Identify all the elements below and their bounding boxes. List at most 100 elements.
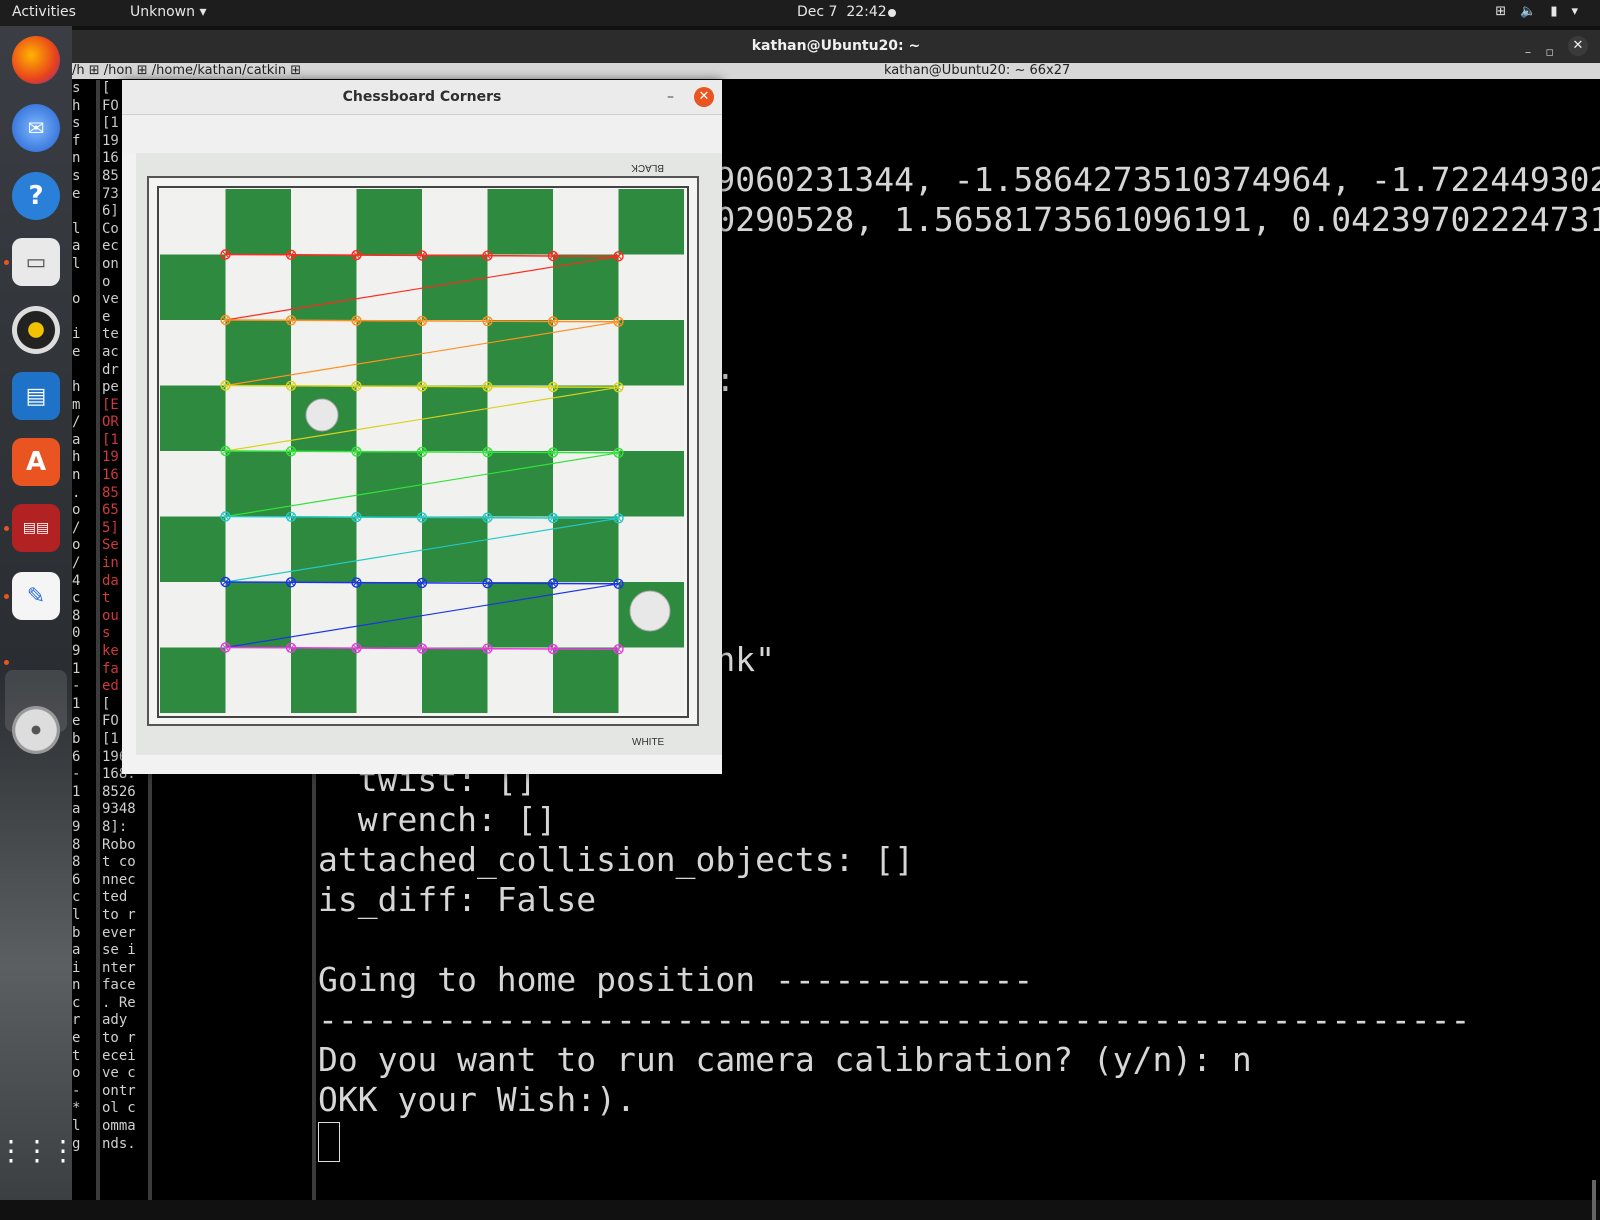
chessboard-titlebar[interactable]: Chessboard Corners – ✕ [122, 80, 722, 115]
board-square [225, 189, 291, 255]
board-square [160, 582, 226, 648]
terminal-line: 8 [72, 836, 81, 853]
terminal-titlebar[interactable]: kathan@Ubuntu20: ~ – ▫ ✕ [72, 30, 1600, 63]
board-square [553, 647, 619, 713]
board-square [487, 516, 553, 582]
terminal-line: . [72, 484, 81, 501]
terminal-line: b [72, 924, 81, 941]
terminal-line: e [72, 185, 81, 202]
terminal-title: kathan@Ubuntu20: ~ [751, 38, 921, 54]
board-square [160, 516, 226, 582]
terminal-line: n [72, 977, 81, 994]
terminal-line: 9 [72, 818, 81, 835]
terminal-line: 8526 [102, 783, 136, 800]
board-square [356, 254, 422, 320]
terminal-line: ted [102, 889, 128, 906]
board-square [618, 320, 684, 386]
chess-piece [629, 590, 671, 632]
terminal-line: / [72, 414, 81, 431]
chess-piece [305, 398, 339, 432]
terminal-line: a [72, 238, 81, 255]
running-indicator [4, 594, 9, 599]
window-toolbar [122, 115, 722, 153]
thunderbird-icon[interactable]: ✉ [12, 104, 60, 152]
dvd-icon[interactable] [12, 706, 60, 754]
board-square [356, 582, 422, 648]
terminal-line: o [72, 537, 81, 554]
terminal-line: c [72, 994, 81, 1011]
terminal-pane-1[interactable]: shsfnse lal o ie h m / a h n. o / o/4 c 8 0 9 1-1 e b 6-… [72, 80, 96, 1200]
board-square [356, 320, 422, 386]
terminal-line: * [72, 1100, 81, 1117]
app-menu-label: Unknown [130, 4, 195, 20]
terminal-line: s [72, 167, 81, 184]
terminal-line: 6 [72, 871, 81, 888]
board-square [356, 516, 422, 582]
board-square [291, 320, 357, 386]
close-icon[interactable]: ✕ [694, 87, 714, 107]
terminal-line: i [72, 959, 81, 976]
board-label-black: BLACK [631, 162, 664, 173]
terminal-line: o [72, 291, 81, 308]
terminal-line: 9 [72, 643, 81, 659]
board-square [422, 189, 488, 255]
board-square [422, 582, 488, 648]
terminal-line: - [72, 1082, 81, 1099]
text-editor-icon[interactable]: ✎ [12, 572, 60, 620]
board-square [422, 451, 488, 517]
terminal-line: Going to home position ------------- [318, 960, 1034, 999]
pane-divider[interactable] [96, 80, 100, 1200]
chessboard-window: Chessboard Corners – ✕ BLACK WHITE [122, 80, 722, 774]
terminal-line: to r [102, 906, 136, 923]
terminal-line: n [72, 467, 81, 484]
board-square [487, 320, 553, 386]
app-menu[interactable]: Unknown ▾ [130, 4, 206, 20]
terminal-line: o [72, 502, 81, 519]
files-icon[interactable]: ▭ [12, 238, 60, 286]
terminal-line: c [72, 889, 81, 906]
terminal-line: - [72, 678, 81, 695]
rhythmbox-icon[interactable] [12, 306, 60, 354]
close-icon[interactable]: ✕ [1568, 36, 1588, 56]
clock[interactable]: Dec 7 22:42 [797, 4, 887, 20]
battery-icon: ▮ [1550, 4, 1558, 19]
terminal-line: . Re [102, 994, 136, 1011]
terminal-line: ve c [102, 1065, 136, 1082]
terminal-line: c [72, 590, 81, 607]
board-square [487, 254, 553, 320]
board-square [618, 254, 684, 320]
show-applications-icon[interactable]: ⋮⋮⋮ [0, 1126, 77, 1174]
terminator-icon[interactable]: ▤▤ [12, 504, 60, 552]
board-square [553, 451, 619, 517]
board-square [160, 254, 226, 320]
board-square [291, 647, 357, 713]
system-menu[interactable]: ⊞ 🔈 ▮ ▾ [1495, 4, 1578, 19]
board-square [487, 582, 553, 648]
scrollbar[interactable] [1592, 1180, 1596, 1220]
terminal-line: Robo [102, 836, 136, 853]
board-square [225, 516, 291, 582]
writer-icon[interactable]: ▤ [12, 372, 60, 420]
board-square [225, 582, 291, 648]
terminal-line: t [72, 1047, 81, 1064]
pane-subtitle: kathan@Ubuntu20: ~ 66x27 [884, 63, 1071, 78]
firefox-icon[interactable] [12, 36, 60, 84]
help-icon[interactable]: ? [12, 172, 60, 220]
board-square [422, 385, 488, 451]
terminal-line: nter [102, 959, 136, 976]
board-square [225, 254, 291, 320]
board-square [618, 451, 684, 517]
minimize-icon[interactable]: – [667, 80, 674, 114]
board-square [487, 189, 553, 255]
board-label-white: WHITE [632, 737, 665, 748]
notification-dot [888, 9, 896, 17]
activities-button[interactable]: Activities [12, 4, 76, 20]
board-square [618, 647, 684, 713]
app-center-icon[interactable]: A [12, 438, 60, 486]
terminal-line: t co [102, 854, 136, 871]
terminal-line: nnec [102, 871, 136, 888]
terminal-line: g [72, 1135, 81, 1152]
board-square [487, 385, 553, 451]
terminal-line: 8 [72, 854, 81, 871]
terminal-line: m [72, 396, 81, 413]
